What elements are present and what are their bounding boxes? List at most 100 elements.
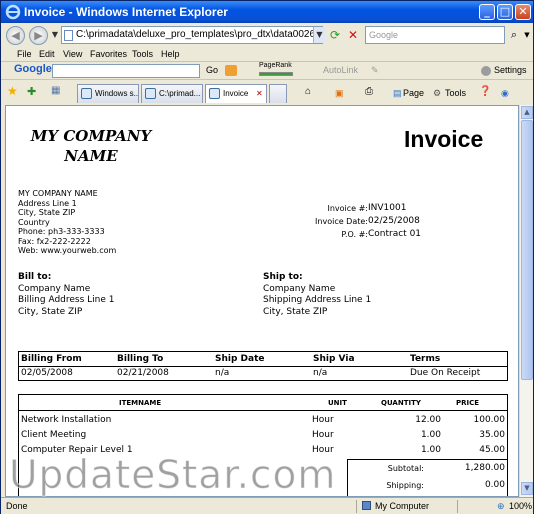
company-address-block: MY COMPANY NAME Address Line 1 City, Sta…: [18, 189, 178, 256]
ship-to-heading: Ship to:: [263, 272, 303, 282]
tab-windows[interactable]: Windows s...: [77, 84, 139, 103]
feeds-icon[interactable]: ▣: [335, 88, 344, 99]
address-bar[interactable]: C:\primadata\deluxe_pro_templates\pro_dt…: [61, 26, 323, 44]
invoice-title: Invoice: [404, 126, 484, 152]
search-options-icon[interactable]: ▼: [519, 27, 534, 43]
menu-help[interactable]: Help: [161, 49, 180, 59]
ship-to-line: Company Name: [263, 283, 336, 294]
help-icon[interactable]: ❓: [479, 86, 491, 97]
company-line: Address Line 1: [18, 198, 77, 208]
google-search-input[interactable]: [52, 64, 200, 78]
bill-to-line: Company Name: [18, 283, 91, 294]
bookmark-icon[interactable]: [225, 65, 237, 76]
billing-cell: 02/21/2008: [117, 368, 169, 378]
security-zone-text: My Computer: [375, 501, 430, 511]
settings-button[interactable]: Settings: [494, 65, 527, 75]
billing-info-table: Billing From Billing To Ship Date Ship V…: [18, 351, 508, 381]
tab-page-icon: [81, 88, 92, 99]
company-line: Web: www.yourweb.com: [18, 246, 117, 255]
menu-view[interactable]: View: [63, 49, 82, 59]
search-input[interactable]: Google: [365, 26, 505, 44]
bill-to-line: City, State ZIP: [18, 306, 83, 317]
shipping-value: 0.00: [484, 480, 505, 490]
tab-primadata[interactable]: C:\primad...: [141, 84, 203, 103]
page-content: MY COMPANY NAME Invoice MY COMPANY NAME …: [5, 105, 519, 497]
settings-icon: [481, 66, 491, 76]
history-dropdown-icon[interactable]: ▼: [49, 27, 61, 43]
company-line: Country: [18, 217, 50, 227]
vertical-scrollbar[interactable]: ▲ ▼: [519, 105, 533, 497]
ship-to-block: Ship to: Company Name Shipping Address L…: [263, 272, 463, 318]
favorites-star-icon[interactable]: ★: [7, 84, 18, 98]
google-go-button[interactable]: Go: [206, 65, 218, 75]
scroll-thumb[interactable]: [521, 120, 533, 380]
company-line: Fax: fx2-222-2222: [18, 236, 91, 246]
billing-divider: [19, 366, 507, 367]
item-price: 35.00: [479, 430, 505, 440]
tab-close-icon[interactable]: ✕: [256, 85, 263, 102]
window-title: Invoice - Windows Internet Explorer: [24, 5, 228, 19]
billing-cell: n/a: [313, 368, 328, 378]
company-name-heading: MY COMPANY NAME: [30, 127, 152, 165]
page-menu-button[interactable]: Page: [403, 88, 424, 98]
quick-tabs-icon[interactable]: ▦: [51, 85, 60, 96]
subtotal-label: Subtotal:: [387, 464, 424, 473]
item-price: 100.00: [473, 415, 506, 425]
menu-tools[interactable]: Tools: [132, 49, 153, 59]
items-header: ITEMNAME: [119, 399, 162, 407]
stop-icon[interactable]: ✕: [345, 27, 361, 43]
billing-cell: Due On Receipt: [410, 368, 481, 378]
tools-menu-button[interactable]: Tools: [445, 88, 466, 98]
bill-to-line: Billing Address Line 1: [18, 295, 115, 305]
print-icon[interactable]: ⎙: [365, 86, 373, 97]
ship-to-line: City, State ZIP: [263, 306, 328, 317]
maximize-button[interactable]: □: [497, 4, 513, 20]
menu-favorites[interactable]: Favorites: [90, 49, 127, 59]
research-icon[interactable]: ◉: [501, 88, 509, 99]
items-divider: [19, 410, 507, 411]
minimize-button[interactable]: _: [479, 4, 495, 20]
billing-header: Ship Date: [215, 354, 265, 364]
bill-to-block: Bill to: Company Name Billing Address Li…: [18, 272, 218, 318]
billing-header: Billing From: [21, 354, 82, 364]
title-bar: Invoice - Windows Internet Explorer _ □ …: [1, 1, 533, 23]
forward-button[interactable]: ▶: [29, 26, 48, 45]
new-tab-button[interactable]: [269, 84, 287, 103]
tools-menu-icon: ⚙: [433, 88, 442, 98]
pagerank-label: PageRank: [259, 62, 292, 69]
meta-label: P.O. #:: [341, 230, 368, 239]
back-button[interactable]: ◀: [6, 26, 25, 45]
scroll-down-icon[interactable]: ▼: [521, 482, 533, 495]
meta-value: Contract 01: [368, 229, 422, 239]
address-dropdown-icon[interactable]: ▼: [313, 27, 325, 43]
add-favorite-icon[interactable]: ✚: [27, 85, 36, 98]
refresh-icon[interactable]: ⟳: [327, 27, 343, 43]
highlight-icon[interactable]: ✎: [371, 65, 379, 76]
status-bar: Done My Computer ⊕ 100%: [1, 497, 533, 514]
items-header: PRICE: [456, 399, 480, 407]
tab-label: Invoice: [223, 89, 249, 98]
tab-bar: ★ ✚ ▦ Windows s... C:\primad... Invoice …: [1, 79, 533, 103]
tab-page-icon: [209, 88, 220, 99]
totals-left-border: [347, 459, 348, 496]
navigation-bar: ◀ ▶ ▼ C:\primadata\deluxe_pro_templates\…: [1, 23, 533, 47]
scroll-up-icon[interactable]: ▲: [521, 106, 533, 119]
autolink-button[interactable]: AutoLink: [323, 65, 358, 75]
company-line: Phone: ph3-333-3333: [18, 227, 105, 236]
ship-to-line: Shipping Address Line 1: [263, 295, 372, 305]
menu-edit[interactable]: Edit: [39, 49, 55, 59]
meta-value: INV1001: [368, 203, 407, 213]
close-button[interactable]: ✕: [515, 4, 531, 20]
zoom-icon[interactable]: ⊕: [497, 501, 505, 512]
home-icon[interactable]: ⌂: [305, 86, 311, 97]
billing-header: Terms: [410, 354, 441, 364]
bill-to-heading: Bill to:: [18, 272, 52, 282]
zoom-level[interactable]: 100%: [509, 501, 532, 511]
item-unit: Hour: [312, 430, 334, 440]
shipping-label: Shipping:: [386, 481, 424, 490]
menu-file[interactable]: File: [17, 49, 32, 59]
pagerank-bar: [259, 72, 293, 76]
tab-invoice[interactable]: Invoice ✕: [205, 84, 267, 103]
subtotal-value: 1,280.00: [464, 463, 505, 473]
status-separator: [356, 500, 357, 513]
